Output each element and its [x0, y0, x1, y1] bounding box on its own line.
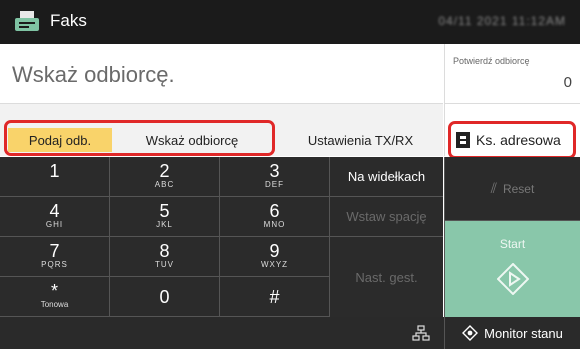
key-letters: MNO — [263, 220, 286, 229]
key-digit: 0 — [159, 287, 170, 307]
key-digit: 7 — [49, 241, 60, 261]
key-digit: 6 — [269, 201, 280, 221]
tab-tx-rx-settings[interactable]: Ustawienia TX/RX — [278, 128, 443, 152]
key-digit: 4 — [49, 201, 60, 221]
key-1[interactable]: 1 — [0, 157, 110, 197]
reset-button[interactable]: ⫽ Reset — [444, 157, 580, 221]
key-star-tone[interactable]: * Tonowa — [0, 277, 110, 317]
next-gest-button[interactable]: Nast. gest. — [330, 237, 443, 317]
key-letters: Tonowa — [40, 300, 69, 309]
key-digit: * — [50, 281, 58, 301]
start-icon — [497, 263, 529, 295]
key-4[interactable]: 4 GHI — [0, 197, 110, 237]
key-6[interactable]: 6 MNO — [220, 197, 330, 237]
key-5[interactable]: 5 JKL — [110, 197, 220, 237]
key-letters: PQRS — [41, 260, 68, 269]
status-monitor-icon — [462, 325, 479, 341]
key-9[interactable]: 9 WXYZ — [220, 237, 330, 277]
key-hash[interactable]: # — [220, 277, 330, 317]
key-letters: ABC — [154, 180, 175, 189]
confirm-recipient-label: Potwierdź odbiorcę — [453, 56, 530, 66]
key-digit: 2 — [159, 161, 170, 181]
recipient-prompt-field[interactable]: Wskaż odbiorcę. — [0, 44, 443, 104]
key-3[interactable]: 3 DEF — [220, 157, 330, 197]
key-digit: 1 — [49, 161, 60, 181]
fax-icon — [15, 11, 39, 31]
start-label: Start — [499, 237, 526, 251]
title-bar: Faks 04/11 2021 11:12AM — [0, 0, 580, 44]
key-0[interactable]: 0 — [110, 277, 220, 317]
key-letters: GHI — [45, 220, 64, 229]
key-letters: WXYZ — [260, 260, 289, 269]
recipient-count: 0 — [563, 74, 572, 91]
recipient-prompt-text: Wskaż odbiorcę. — [12, 62, 175, 87]
network-icon — [412, 325, 430, 341]
key-2[interactable]: 2 ABC — [110, 157, 220, 197]
key-digit: 5 — [159, 201, 170, 221]
key-digit: # — [269, 287, 280, 307]
key-letters: DEF — [265, 180, 284, 189]
start-button[interactable]: Start — [444, 221, 580, 317]
callout-highlight-tabs — [4, 120, 275, 156]
page-title: Faks — [50, 11, 87, 30]
key-7[interactable]: 7 PQRS — [0, 237, 110, 277]
key-letters: TUV — [155, 260, 174, 269]
key-digit: 3 — [269, 161, 280, 181]
reset-label: Reset — [502, 181, 535, 196]
on-hook-button[interactable]: Na widełkach — [330, 157, 443, 197]
status-monitor-label: Monitor stanu — [484, 325, 563, 341]
key-8[interactable]: 8 TUV — [110, 237, 220, 277]
reset-icon: ⫽ — [490, 180, 497, 196]
status-monitor-button[interactable]: Monitor stanu — [444, 317, 580, 349]
key-digit: 8 — [159, 241, 170, 261]
datetime-display: 04/11 2021 11:12AM — [438, 14, 566, 28]
confirm-recipient-button[interactable]: Potwierdź odbiorcę 0 — [444, 44, 580, 104]
callout-highlight-address-book — [448, 121, 576, 159]
key-digit: 9 — [269, 241, 280, 261]
fax-screen: Faks 04/11 2021 11:12AM Wskaż odbiorcę. … — [0, 0, 580, 349]
key-letters: JKL — [156, 220, 173, 229]
insert-space-button[interactable]: Wstaw spację — [330, 197, 443, 237]
